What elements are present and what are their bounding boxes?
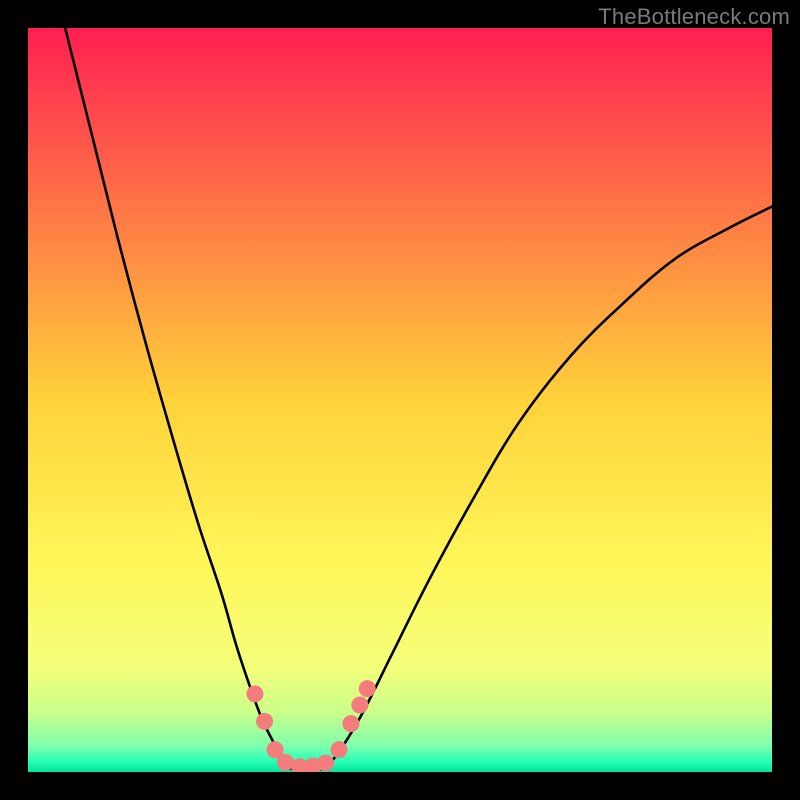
marker-dot <box>359 680 376 697</box>
marker-dot <box>317 755 334 772</box>
marker-dot <box>256 713 273 730</box>
bottleneck-chart <box>28 28 772 772</box>
marker-dot <box>342 715 359 732</box>
marker-dot <box>351 697 368 714</box>
chart-frame <box>28 28 772 772</box>
watermark-text: TheBottleneck.com <box>598 4 790 30</box>
gradient-background <box>28 28 772 772</box>
marker-dot <box>330 741 347 758</box>
marker-dot <box>246 685 263 702</box>
